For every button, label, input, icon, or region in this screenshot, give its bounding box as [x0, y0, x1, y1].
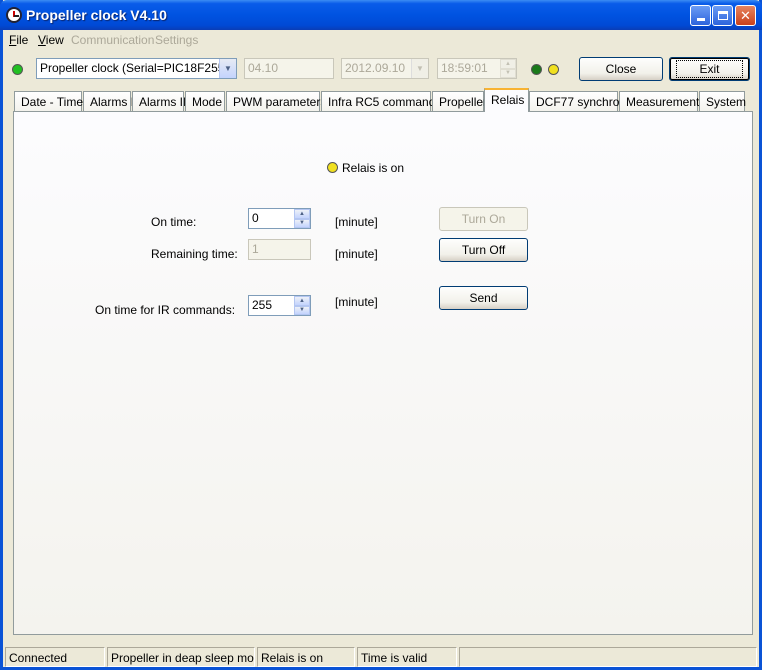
time-spinner[interactable]: ▲ ▼ [500, 59, 516, 78]
send-label: Send [469, 291, 498, 305]
tab-label: Mode [192, 95, 223, 109]
tab-label: PWM parameters [233, 95, 327, 109]
tab-alarms-i[interactable]: Alarms I [83, 91, 135, 112]
status-connection: Connected [5, 647, 105, 667]
spin-down-icon[interactable]: ▼ [294, 305, 310, 315]
tab-label: Infra RC5 commands [328, 95, 442, 109]
window-title: Propeller clock V4.10 [26, 7, 167, 23]
status-relais: Relais is on [257, 647, 355, 667]
main-window: Propeller clock V4.10 ✕ File View Commun… [0, 0, 762, 670]
clock-icon [6, 7, 22, 23]
title-bar[interactable]: Propeller clock V4.10 ✕ [0, 0, 762, 30]
connection-led-icon [12, 64, 23, 75]
date-value: 2012.09.10 [345, 61, 406, 75]
menu-settings[interactable]: Settings [155, 33, 198, 47]
ir-on-time-unit: [minute] [335, 295, 378, 309]
turn-off-label: Turn Off [461, 243, 506, 257]
turn-on-button[interactable]: Turn On [439, 207, 528, 231]
time-value: 18:59:01 [441, 61, 488, 75]
turn-on-label: Turn On [461, 212, 506, 226]
status-bar: Connected Propeller in deap sleep mode R… [3, 647, 759, 667]
status-led-yellow-icon [548, 64, 559, 75]
ir-on-time-spinner[interactable]: ▲ ▼ [294, 296, 310, 315]
tab-propeller[interactable]: Propeller [432, 91, 488, 112]
ir-on-time-value: 255 [252, 298, 273, 312]
close-icon: ✕ [740, 7, 751, 23]
minimize-icon [696, 18, 705, 21]
tab-label: Alarms II [139, 95, 187, 109]
tab-infra-rc5-commands[interactable]: Infra RC5 commands [321, 91, 441, 112]
remaining-time-unit: [minute] [335, 247, 378, 261]
chevron-down-icon[interactable]: ▼ [411, 59, 428, 78]
close-button-label: Close [605, 62, 637, 76]
tab-pwm-parameters[interactable]: PWM parameters [226, 91, 326, 112]
menu-file[interactable]: File [9, 33, 28, 47]
spin-down-icon[interactable]: ▼ [294, 218, 310, 228]
date-picker[interactable]: 2012.09.10 ▼ [341, 58, 429, 79]
exit-button[interactable]: Exit [669, 57, 750, 81]
on-time-value: 0 [252, 211, 259, 225]
on-time-label: On time: [151, 215, 197, 229]
relais-status-led-icon [327, 162, 338, 173]
menu-communication[interactable]: Communication [71, 33, 154, 47]
tab-label: Measurements [626, 95, 706, 109]
spin-up-icon[interactable]: ▲ [294, 209, 310, 219]
version-field: 04.10 [244, 58, 334, 79]
tab-relais[interactable]: Relais [484, 88, 529, 112]
relais-panel: Relais is on On time: 0 ▲ ▼ [minute] Tur… [13, 111, 753, 635]
menu-bar: File View Communication Settings [3, 30, 759, 49]
status-led-green-icon [531, 64, 542, 75]
exit-button-label: Exit [676, 60, 743, 78]
maximize-icon [717, 11, 728, 20]
tab-label: Propeller [439, 95, 488, 109]
ir-on-time-stepper[interactable]: 255 ▲ ▼ [248, 295, 311, 316]
spin-up-icon[interactable]: ▲ [500, 59, 516, 69]
on-time-stepper[interactable]: 0 ▲ ▼ [248, 208, 311, 229]
device-select-value: Propeller clock (Serial=PIC18F2550) [40, 61, 236, 75]
chevron-down-icon[interactable]: ▼ [219, 59, 236, 78]
tab-alarms-ii[interactable]: Alarms II [132, 91, 187, 112]
tab-label: Alarms I [90, 95, 135, 109]
ir-on-time-label: On time for IR commands: [95, 303, 236, 317]
status-propeller: Propeller in deap sleep mode [107, 647, 255, 667]
remaining-time-field: 1 [248, 239, 311, 260]
spin-down-icon[interactable]: ▼ [500, 68, 516, 78]
relais-status-label: Relais is on [342, 161, 405, 175]
remaining-time-label: Remaining time: [151, 247, 238, 261]
remaining-time-value: 1 [252, 242, 259, 256]
maximize-button[interactable] [712, 5, 733, 26]
tab-date-time[interactable]: Date - Time [14, 91, 84, 112]
status-empty [459, 647, 757, 667]
menu-view[interactable]: View [38, 33, 64, 47]
tab-label: Relais [491, 93, 525, 107]
on-time-spinner[interactable]: ▲ ▼ [294, 209, 310, 228]
tab-measurements[interactable]: Measurements [619, 91, 705, 112]
tab-label: System [706, 95, 747, 109]
send-button[interactable]: Send [439, 286, 528, 310]
tab-dcf77-synchron[interactable]: DCF77 synchron [529, 91, 626, 112]
version-value: 04.10 [248, 61, 279, 75]
device-select[interactable]: Propeller clock (Serial=PIC18F2550) ▼ [36, 58, 237, 79]
close-button[interactable]: Close [579, 57, 663, 81]
tab-label: DCF77 synchron [536, 95, 627, 109]
time-field[interactable]: 18:59:01 ▲ ▼ [437, 58, 517, 79]
tab-mode[interactable]: Mode [185, 91, 225, 112]
close-window-button[interactable]: ✕ [735, 5, 756, 26]
tab-label: Date - Time [21, 95, 84, 109]
tab-system[interactable]: System [699, 91, 747, 112]
on-time-unit: [minute] [335, 215, 378, 229]
minimize-button[interactable] [690, 5, 711, 26]
turn-off-button[interactable]: Turn Off [439, 238, 528, 262]
status-time: Time is valid [357, 647, 457, 667]
spin-up-icon[interactable]: ▲ [294, 296, 310, 306]
